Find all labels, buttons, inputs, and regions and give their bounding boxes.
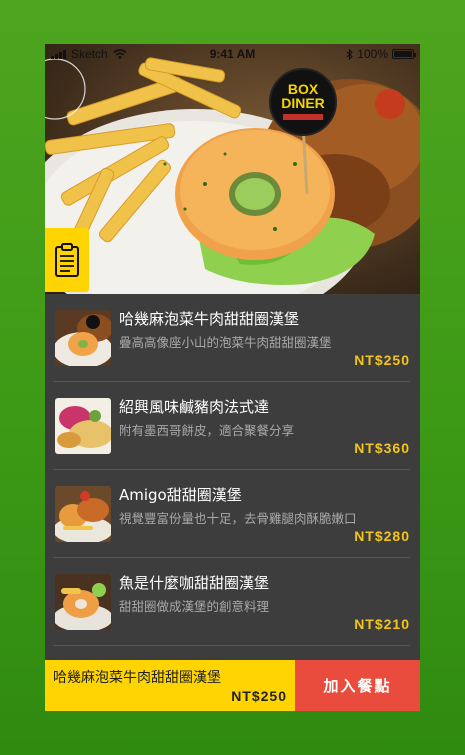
menu-item-description: 附有墨西哥餅皮，適合聚餐分享 bbox=[119, 423, 295, 438]
cart-bar: 哈幾麻泡菜牛肉甜甜圈漢堡 NT$250 加入餐點 bbox=[45, 660, 420, 711]
logo-line-1: BOX bbox=[287, 81, 319, 97]
hero-illustration bbox=[45, 57, 420, 294]
bluetooth-icon bbox=[346, 48, 354, 60]
menu-item-description: 甜甜圈做成漢堡的創意料理 bbox=[119, 599, 270, 614]
selected-item-panel: 哈幾麻泡菜牛肉甜甜圈漢堡 NT$250 bbox=[45, 660, 295, 711]
add-to-order-button[interactable]: 加入餐點 bbox=[295, 660, 420, 711]
menu-item[interactable]: Amigo甜甜圈漢堡 視覺豐富份量也十足，去骨雞腿肉酥脆嫩口 NT$280 bbox=[53, 470, 410, 558]
menu-item-price: NT$360 bbox=[354, 440, 410, 456]
menu-item[interactable]: 紹興風味鹹豬肉法式達 附有墨西哥餅皮，適合聚餐分享 NT$360 bbox=[53, 382, 410, 470]
phone-screen: BOX DINER Sketch 9:41 AM 100% 哈幾麻泡菜牛肉甜甜圈… bbox=[45, 44, 420, 711]
menu-item-price: NT$280 bbox=[354, 528, 410, 544]
menu-item-price: NT$210 bbox=[354, 616, 410, 632]
menu-item-description: 疊高高像座小山的泡菜牛肉甜甜圈漢堡 bbox=[119, 335, 332, 350]
menu-item-title: Amigo甜甜圈漢堡 bbox=[119, 486, 242, 504]
menu-item-thumbnail bbox=[55, 398, 111, 454]
status-bar: Sketch 9:41 AM 100% bbox=[45, 44, 420, 64]
menu-item-title: 紹興風味鹹豬肉法式達 bbox=[119, 398, 270, 416]
menu-item-thumbnail bbox=[55, 486, 111, 542]
menu-item-thumbnail bbox=[55, 310, 111, 366]
selected-item-name: 哈幾麻泡菜牛肉甜甜圈漢堡 bbox=[53, 670, 221, 686]
battery-percent: 100% bbox=[357, 47, 388, 61]
menu-item-title: 哈幾麻泡菜牛肉甜甜圈漢堡 bbox=[119, 310, 300, 328]
clipboard-icon bbox=[55, 243, 79, 277]
logo-line-2: DINER bbox=[281, 95, 325, 111]
menu-item[interactable]: 哈幾麻泡菜牛肉甜甜圈漢堡 疊高高像座小山的泡菜牛肉甜甜圈漢堡 NT$250 bbox=[53, 294, 410, 382]
order-list-button[interactable] bbox=[45, 228, 89, 292]
menu-item-title: 魚是什麼咖甜甜圈漢堡 bbox=[119, 574, 270, 592]
menu-item[interactable]: 魚是什麼咖甜甜圈漢堡 甜甜圈做成漢堡的創意料理 NT$210 bbox=[53, 558, 410, 646]
battery-icon bbox=[392, 49, 416, 59]
selected-item-price: NT$250 bbox=[231, 688, 287, 704]
menu-item-price: NT$250 bbox=[354, 352, 410, 368]
menu-item-thumbnail bbox=[55, 574, 111, 630]
hero-food-photo: BOX DINER Sketch 9:41 AM 100% bbox=[45, 44, 420, 294]
menu-item-description: 視覺豐富份量也十足，去骨雞腿肉酥脆嫩口 bbox=[119, 511, 357, 526]
menu-list[interactable]: 哈幾麻泡菜牛肉甜甜圈漢堡 疊高高像座小山的泡菜牛肉甜甜圈漢堡 NT$250 紹興… bbox=[45, 294, 420, 660]
